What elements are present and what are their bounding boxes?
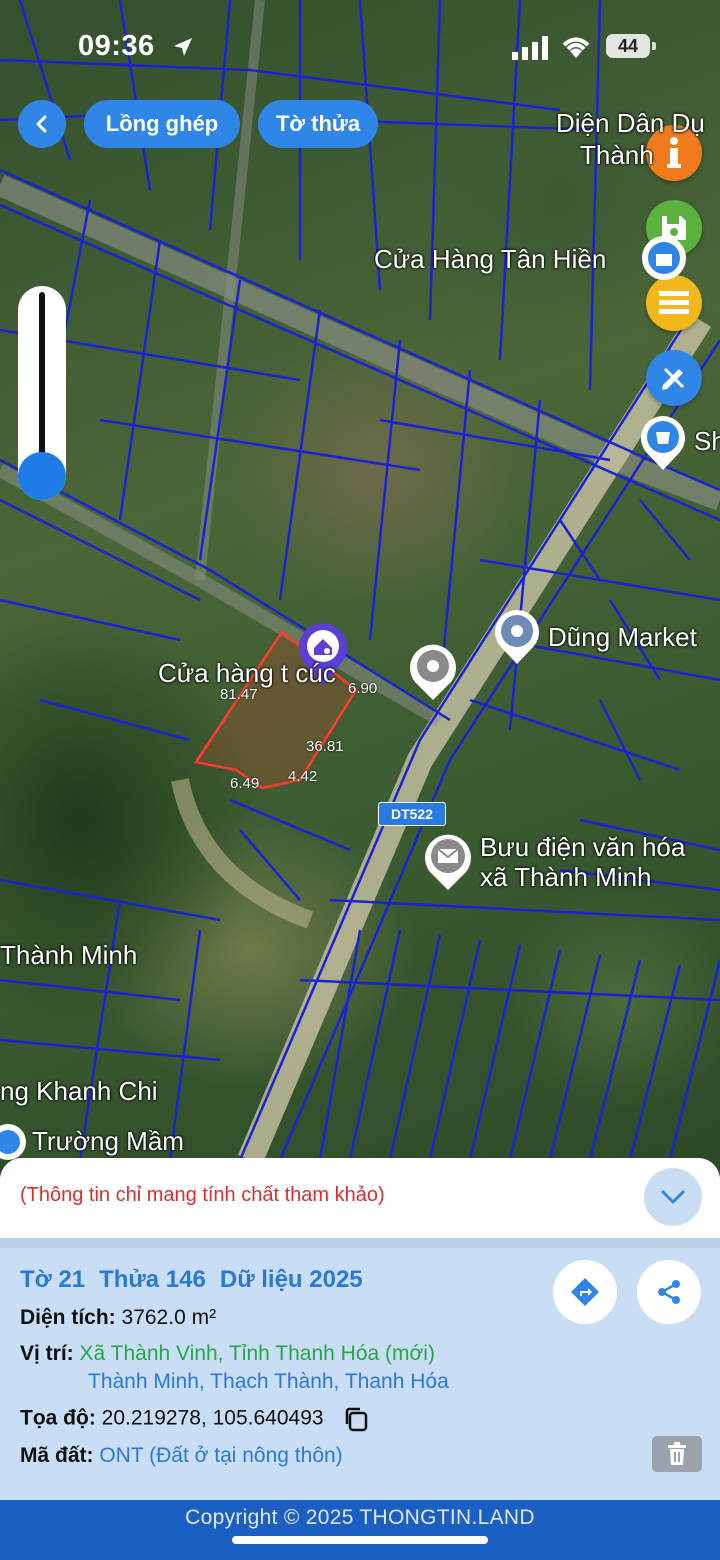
measure-tool-button[interactable] xyxy=(646,350,702,406)
zoom-track xyxy=(39,292,45,468)
cellular-signal-icon xyxy=(512,36,548,60)
map-label-khanh-chi: ng Khanh Chi xyxy=(0,1076,158,1106)
post-office-pin-icon[interactable] xyxy=(420,830,476,892)
battery-tip xyxy=(652,42,656,50)
merge-layer-button[interactable]: Lồng ghép xyxy=(84,100,240,148)
status-bar: 09:36 44 xyxy=(0,30,720,70)
chevron-left-icon xyxy=(36,115,47,133)
map-label-sh: Sh xyxy=(694,426,720,456)
map-label-thanh: Thành xyxy=(580,140,654,170)
map-label-xa-thanh-minh: xã Thành Minh xyxy=(480,862,652,892)
share-icon xyxy=(658,1280,680,1304)
copy-icon[interactable] xyxy=(343,1406,369,1432)
map-label-dung-market: Dũng Market xyxy=(548,622,697,652)
coords-label: Tọa độ: xyxy=(20,1406,96,1430)
shop-pin-icon[interactable] xyxy=(638,232,690,284)
coords-row: Tọa độ: 20.219278, 105.640493 xyxy=(20,1406,550,1432)
land-code-value[interactable]: ONT (Đất ở tại nông thôn) xyxy=(99,1444,342,1467)
location-arrow-icon xyxy=(174,38,192,56)
ruler-pencil-icon xyxy=(662,367,685,390)
dimension-label: 36.81 xyxy=(306,738,344,755)
notice-bar: (Thông tin chỉ mang tính chất tham khảo) xyxy=(0,1158,720,1238)
directions-icon xyxy=(571,1278,599,1306)
school-pin-icon[interactable] xyxy=(0,1122,30,1160)
dimension-label: 4.42 xyxy=(288,768,318,785)
parcel-header: Tờ 21 Thửa 146 Dữ liệu 2025 xyxy=(20,1266,550,1294)
info-icon xyxy=(667,137,681,168)
dimension-label: 81.47 xyxy=(220,686,258,703)
parcel-details: Tờ 21 Thửa 146 Dữ liệu 2025 Diện tích: 376… xyxy=(20,1266,550,1468)
market-pin-icon[interactable] xyxy=(490,606,544,666)
plot-number: Thửa 146 xyxy=(99,1266,206,1293)
parcel-boundaries xyxy=(0,0,720,1160)
area-value: 3762.0 m² xyxy=(121,1306,217,1329)
land-code-row: Mã đất: ONT (Đất ở tại nông thôn) xyxy=(20,1444,550,1468)
map-label-dien-dan-du: Diện Dân Dụ xyxy=(556,108,705,138)
zoom-slider[interactable] xyxy=(18,286,66,500)
sheet-divider xyxy=(0,1238,720,1248)
dimension-label: 6.90 xyxy=(348,680,378,697)
trash-icon xyxy=(668,1442,686,1465)
location-label: Vị trí: xyxy=(20,1342,74,1365)
list-icon xyxy=(659,291,689,314)
map-view[interactable]: 09:36 44 Lồng ghép Tờ thửa Diện Dân Dụ T… xyxy=(0,0,720,1160)
zoom-handle[interactable] xyxy=(18,452,66,500)
road-sign: DT522 xyxy=(378,802,446,826)
collapse-sheet-button[interactable] xyxy=(644,1168,702,1226)
copyright-text: Copyright © 2025 THONGTIN.LAND xyxy=(185,1506,535,1529)
area-row: Diện tích: 3762.0 m² xyxy=(20,1306,550,1330)
wifi-icon xyxy=(562,37,590,58)
chevron-down-icon xyxy=(661,1190,685,1204)
sheet-plot-button[interactable]: Tờ thửa xyxy=(258,100,378,148)
status-time: 09:36 xyxy=(78,30,155,62)
map-label-buu-dien: Bưu điện văn hóa xyxy=(480,832,686,862)
battery-level: 44 xyxy=(606,34,650,58)
store-pin-icon[interactable] xyxy=(636,412,690,472)
map-label-truong-mam: Trường Mầm xyxy=(32,1126,184,1156)
sheet-number: Tờ 21 xyxy=(20,1266,86,1293)
data-year: Dữ liệu 2025 xyxy=(219,1266,363,1293)
location-row: Vị trí: Xã Thành Vinh, Tỉnh Thanh Hóa (m… xyxy=(20,1342,550,1366)
area-label: Diện tích: xyxy=(20,1306,116,1329)
back-button[interactable] xyxy=(18,100,66,148)
map-label-cua-hang-tan-hien: Cửa Hàng Tân Hiền xyxy=(374,244,607,274)
land-code-label: Mã đất: xyxy=(20,1444,94,1467)
share-button[interactable] xyxy=(637,1260,701,1324)
map-label-thanh-minh: Thành Minh xyxy=(0,940,138,970)
location-new: Xã Thành Vinh, Tỉnh Thanh Hóa (mới) xyxy=(79,1342,435,1365)
directions-button[interactable] xyxy=(553,1260,617,1324)
delete-button[interactable] xyxy=(652,1436,702,1472)
coords-value: 20.219278, 105.640493 xyxy=(101,1406,324,1430)
location-old: Thành Minh, Thạch Thành, Thanh Hóa xyxy=(88,1370,449,1393)
place-pin-icon[interactable] xyxy=(405,640,461,702)
reference-notice: (Thông tin chỉ mang tính chất tham khảo) xyxy=(20,1184,385,1206)
map-label-cua-hang-cuc: Cửa hàng t cúc xyxy=(158,658,336,688)
home-indicator[interactable] xyxy=(232,1536,488,1544)
dimension-label: 6.49 xyxy=(230,775,260,792)
